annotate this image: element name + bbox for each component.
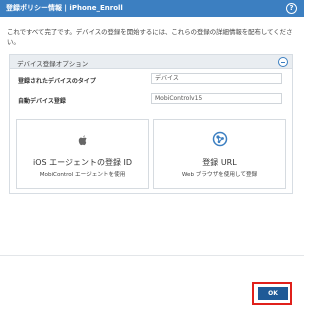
window-title: 登録ポリシー情報 | iPhone_Enroll <box>6 4 123 12</box>
enrollment-url-card[interactable]: 登録 URL Web ブラウザを使用して登録 <box>153 119 286 189</box>
intro-text: これですべて完了です。デバイスの登録を開始するには、これらの登録の詳細情報を配布… <box>7 28 293 46</box>
footer-divider <box>0 255 304 256</box>
enrollment-url-subtitle: Web ブラウザを使用して登録 <box>181 172 258 178</box>
window-titlebar: 登録ポリシー情報 | iPhone_Enroll ? <box>0 0 304 17</box>
enrollment-url-title: 登録 URL <box>202 158 237 167</box>
ios-agent-enrollment-id-card[interactable]: iOS エージェントの登録 ID MobiControl エージェントを使用 <box>16 119 149 189</box>
help-icon[interactable]: ? <box>286 3 297 14</box>
ios-agent-enrollment-title: iOS エージェントの登録 ID <box>32 158 133 167</box>
globe-network-icon <box>212 131 228 151</box>
apple-icon <box>78 131 88 150</box>
ios-agent-enrollment-subtitle: MobiControl エージェントを使用 <box>39 172 126 178</box>
auto-enrollment-label: 自動デバイス登録 <box>18 98 66 105</box>
device-type-field: デバイス <box>151 73 282 84</box>
ok-button[interactable]: OK <box>258 287 288 300</box>
collapse-icon[interactable] <box>278 57 288 67</box>
panel-title: デバイス登録オプション <box>17 60 89 68</box>
device-type-label: 登録されたデバイスのタイプ <box>18 78 96 85</box>
device-enrollment-options-panel: デバイス登録オプション 登録されたデバイスのタイプ デバイス 自動デバイス登録 … <box>9 54 293 194</box>
panel-header: デバイス登録オプション <box>10 55 292 69</box>
auto-enrollment-field: MobiControlv15 <box>151 93 282 104</box>
